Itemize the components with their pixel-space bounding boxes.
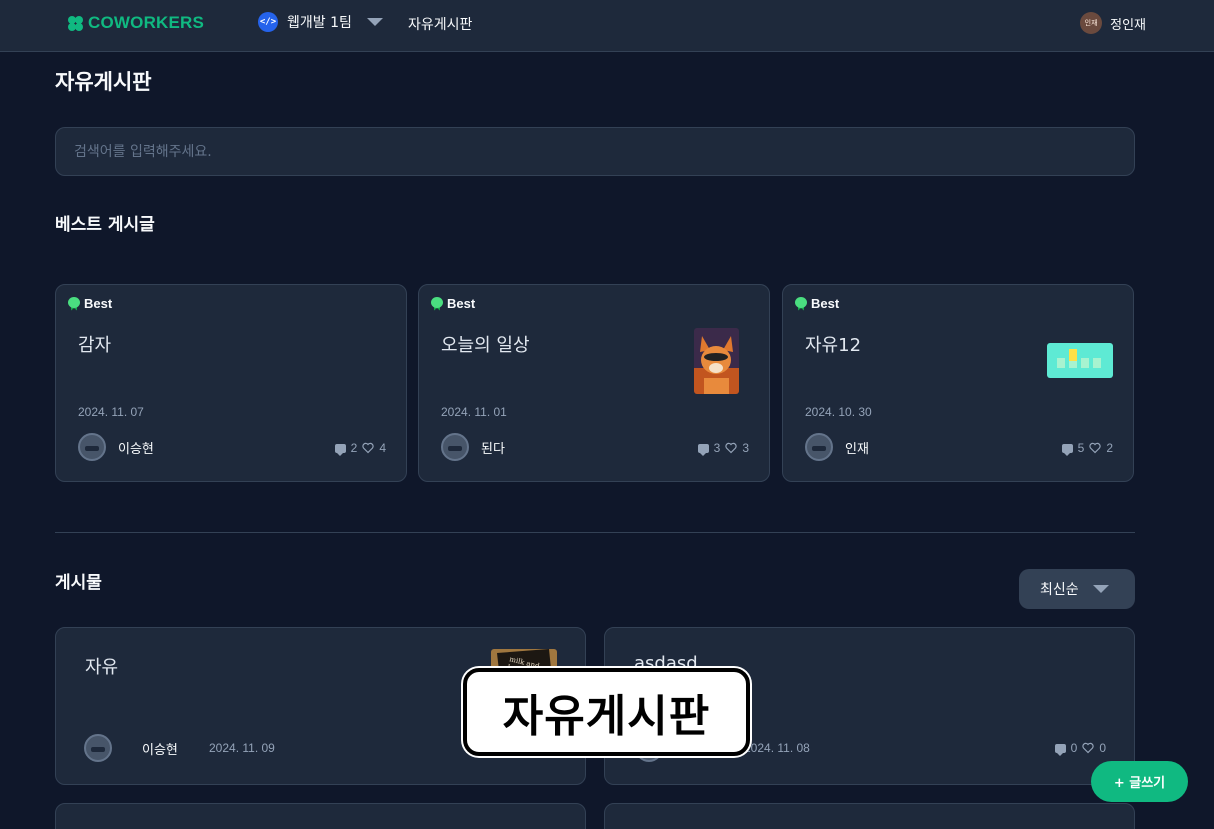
sort-dropdown[interactable]: 최신순 (1019, 569, 1135, 609)
post-stats: 0 0 (1054, 741, 1106, 756)
top-nav: COWORKERS </> 웹개발 1팀 자유게시판 인재 정인재 (0, 0, 1214, 52)
avatar (441, 433, 469, 461)
team-name: 웹개발 1팀 (287, 15, 352, 31)
post-stats: 5 2 (1061, 441, 1113, 456)
medal-icon (431, 296, 443, 311)
post-title: 감자 (78, 335, 112, 356)
post-title: 자유 (85, 657, 119, 678)
comment-count: 0 (1070, 741, 1078, 755)
like-count: 0 (1099, 741, 1106, 755)
like-count: 3 (742, 441, 749, 455)
post-author: 인재 (805, 433, 869, 461)
author-name: 이승현 (118, 441, 154, 457)
like-count: 4 (379, 441, 386, 455)
write-post-button[interactable]: + 글쓰기 (1091, 761, 1188, 802)
logo[interactable]: COWORKERS (68, 13, 204, 33)
search-input[interactable] (55, 127, 1135, 176)
sort-label: 최신순 (1040, 582, 1079, 598)
heart-icon[interactable] (725, 442, 737, 454)
author-name: 이승현 (142, 742, 178, 758)
post-date: 2024. 11. 09 (209, 741, 275, 755)
clover-logo-icon (68, 15, 83, 31)
user-avatar: 인재 (1080, 12, 1103, 34)
chevron-down-icon[interactable] (366, 18, 383, 26)
avatar (78, 433, 106, 461)
comment-count: 2 (350, 441, 358, 455)
caption-overlay: 자유게시판 (463, 668, 750, 756)
medal-icon (68, 296, 80, 311)
avatar (805, 433, 833, 461)
logo-text: COWORKERS (88, 13, 205, 32)
post-title: 자유12 (805, 335, 862, 356)
post-title: 오늘의 일상 (441, 335, 530, 356)
post-thumbnail-cat (694, 328, 739, 394)
section-divider (55, 532, 1135, 533)
avatar (84, 734, 112, 762)
heart-icon[interactable] (362, 442, 374, 454)
post-date: 2024. 10. 30 (805, 405, 872, 419)
post-card[interactable] (55, 803, 586, 829)
comment-icon (1054, 743, 1066, 756)
author-name: 인재 (845, 441, 869, 457)
heart-icon[interactable] (1082, 742, 1094, 754)
code-icon: </> (258, 12, 278, 32)
best-badge: Best (431, 296, 475, 311)
comment-count: 5 (1077, 441, 1085, 455)
post-stats: 3 3 (697, 441, 749, 456)
team-selector[interactable]: </> 웹개발 1팀 (258, 12, 383, 32)
post-author: 이승현 (84, 734, 178, 762)
user-name: 정인재 (1110, 17, 1146, 33)
best-badge: Best (68, 296, 112, 311)
chevron-down-icon (1092, 585, 1109, 593)
post-date: 2024. 11. 08 (744, 741, 810, 755)
author-name: 된다 (481, 441, 505, 457)
comment-icon (697, 443, 709, 456)
post-author: 된다 (441, 433, 505, 461)
best-section-title: 베스트 게시글 (55, 215, 155, 235)
page-title: 자유게시판 (55, 70, 152, 94)
post-card[interactable] (604, 803, 1135, 829)
like-count: 2 (1106, 441, 1113, 455)
best-badge: Best (795, 296, 839, 311)
post-stats: 2 4 (334, 441, 386, 456)
posts-section-title: 게시물 (55, 573, 102, 593)
post-author: 이승현 (78, 433, 154, 461)
heart-icon[interactable] (1089, 442, 1101, 454)
best-post-card[interactable]: Best 자유12 2024. 10. 30 인재 5 2 (782, 284, 1134, 482)
post-date: 2024. 11. 07 (78, 405, 144, 419)
comment-count: 3 (713, 441, 721, 455)
best-post-card[interactable]: Best 오늘의 일상 2024. 11. 01 된다 3 3 (418, 284, 770, 482)
comment-icon (1061, 443, 1073, 456)
best-post-card[interactable]: Best 감자 2024. 11. 07 이승현 2 4 (55, 284, 407, 482)
medal-icon (795, 296, 807, 311)
post-date: 2024. 11. 01 (441, 405, 507, 419)
user-menu[interactable]: 인재 정인재 (1080, 12, 1146, 34)
comment-icon (334, 443, 346, 456)
nav-link-free-board[interactable]: 자유게시판 (408, 14, 472, 34)
post-thumbnail-chart (1047, 343, 1113, 378)
